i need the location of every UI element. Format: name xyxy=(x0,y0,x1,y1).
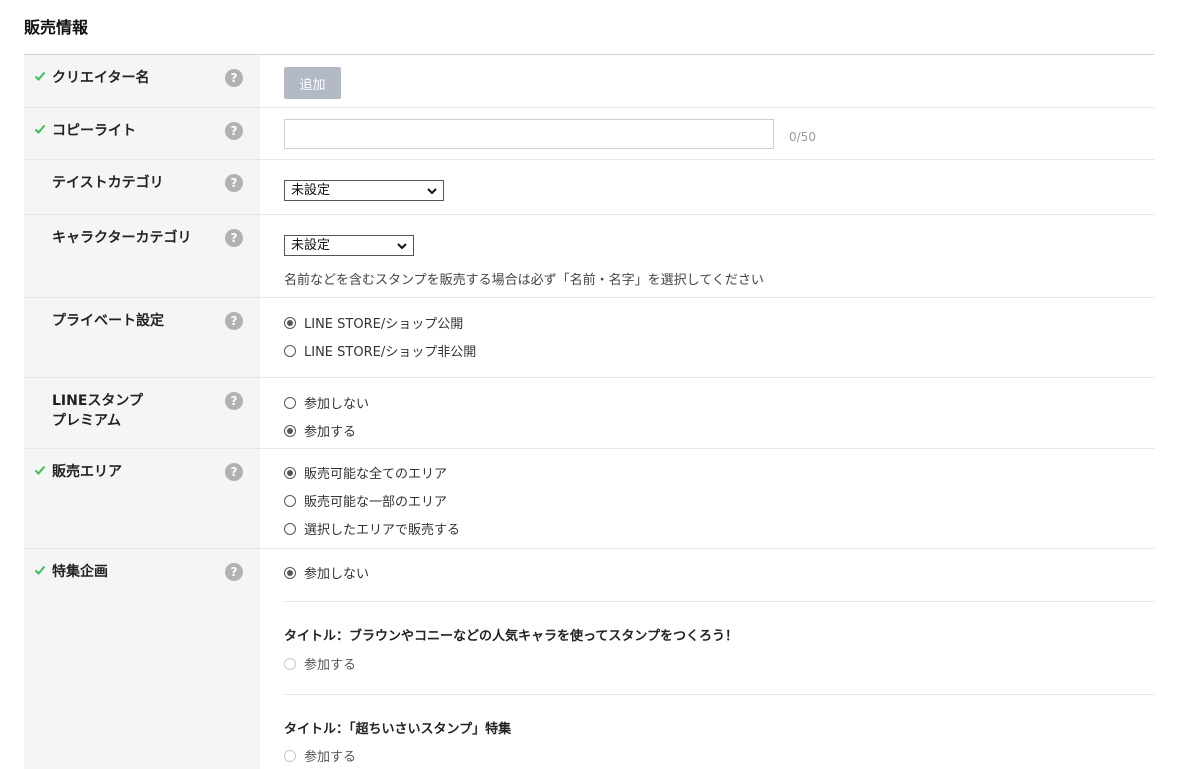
help-icon[interactable]: ? xyxy=(225,229,243,247)
check-icon xyxy=(34,565,46,575)
add-creator-button[interactable]: 追加 xyxy=(284,67,341,99)
radio-empty-icon xyxy=(284,749,296,762)
label-cell: クリエイター名 ? xyxy=(24,55,260,107)
sales-info-form: クリエイター名 ? 追加 コピーライト ? 0/50 テイストカテゴリ ? 未設… xyxy=(24,55,1154,769)
radio-empty-icon xyxy=(284,657,296,670)
row-taste-category: テイストカテゴリ ? 未設定 xyxy=(24,160,1154,215)
radio-selected-icon xyxy=(284,566,296,579)
taste-category-label: テイストカテゴリ xyxy=(52,175,164,191)
character-category-select[interactable]: 未設定 xyxy=(284,235,414,256)
campaign-divider xyxy=(284,694,1154,695)
radio-premium-yes[interactable]: 参加する xyxy=(284,421,356,440)
option-label: 販売可能な全てのエリア xyxy=(304,467,448,482)
radio-area-all[interactable]: 販売可能な全てのエリア xyxy=(284,463,447,482)
row-sales-area: 販売エリア ? 販売可能な全てのエリア 販売可能な一部のエリア 選択したエリアで… xyxy=(24,449,1154,549)
radio-empty-icon xyxy=(284,494,296,507)
content-cell: 参加しない タイトル：ブラウンやコニーなどの人気キャラを使ってスタンプをつくろう… xyxy=(260,549,1154,769)
radio-feature-none[interactable]: 参加しない xyxy=(284,563,369,582)
label-cell: 特集企画 ? xyxy=(24,549,260,769)
help-icon[interactable]: ? xyxy=(225,463,243,481)
option-label: 参加する xyxy=(304,658,357,673)
radio-empty-icon xyxy=(284,396,296,409)
content-cell: 未設定 名前などを含むスタンプを販売する場合は必ず「名前・名字」を選択してくださ… xyxy=(260,215,1154,297)
campaign-title: タイトル：ブラウンやコニーなどの人気キャラを使ってスタンプをつくろう！ xyxy=(284,629,738,644)
private-setting-label: プライベート設定 xyxy=(52,313,164,329)
option-label: 選択したエリアで販売する xyxy=(304,523,461,538)
row-line-stamp-premium: LINEスタンプ プレミアム ? 参加しない 参加する xyxy=(24,378,1154,449)
content-cell: 0/50 xyxy=(260,108,1154,159)
content-cell: LINE STORE/ショップ公開 LINE STORE/ショップ非公開 xyxy=(260,298,1154,377)
help-icon[interactable]: ? xyxy=(225,392,243,410)
label-cell: コピーライト ? xyxy=(24,108,260,159)
help-icon[interactable]: ? xyxy=(225,563,243,581)
label-cell: 販売エリア ? xyxy=(24,449,260,548)
row-private-setting: プライベート設定 ? LINE STORE/ショップ公開 LINE STORE/… xyxy=(24,298,1154,378)
radio-area-selected[interactable]: 選択したエリアで販売する xyxy=(284,519,460,538)
option-label: 参加する xyxy=(304,750,357,765)
content-cell: 追加 xyxy=(260,55,1154,107)
option-label: LINE STORE/ショップ公開 xyxy=(304,317,464,332)
check-icon xyxy=(34,71,46,81)
check-icon xyxy=(34,124,46,134)
feature-campaign-label: 特集企画 xyxy=(52,564,108,580)
help-icon[interactable]: ? xyxy=(225,122,243,140)
campaign-title: タイトル：「超ちいさいスタンプ」特集 xyxy=(284,722,512,737)
content-cell: 参加しない 参加する xyxy=(260,378,1154,448)
radio-selected-icon xyxy=(284,424,296,437)
content-cell: 未設定 xyxy=(260,160,1154,214)
label-cell: テイストカテゴリ ? xyxy=(24,160,260,214)
radio-empty-icon xyxy=(284,344,296,357)
radio-store-public[interactable]: LINE STORE/ショップ公開 xyxy=(284,313,463,332)
chevron-down-icon xyxy=(397,242,407,249)
radio-area-partial[interactable]: 販売可能な一部のエリア xyxy=(284,491,447,510)
radio-selected-icon xyxy=(284,466,296,479)
option-label: 参加しない xyxy=(304,567,370,582)
option-label: 参加する xyxy=(304,425,357,440)
check-icon xyxy=(34,465,46,475)
radio-selected-icon xyxy=(284,316,296,329)
help-icon[interactable]: ? xyxy=(225,174,243,192)
premium-label: LINEスタンプ プレミアム xyxy=(52,391,143,431)
creator-name-label: クリエイター名 xyxy=(52,70,150,86)
row-copyright: コピーライト ? 0/50 xyxy=(24,108,1154,160)
select-value: 未設定 xyxy=(291,183,331,198)
option-label: LINE STORE/ショップ非公開 xyxy=(304,345,477,360)
section-title: 販売情報 xyxy=(24,18,89,37)
option-label: 参加しない xyxy=(304,397,370,412)
char-counter: 0/50 xyxy=(789,130,816,144)
help-icon[interactable]: ? xyxy=(225,69,243,87)
premium-label-line2: プレミアム xyxy=(52,413,122,429)
chevron-down-icon xyxy=(427,187,437,194)
copyright-label: コピーライト xyxy=(52,123,136,139)
taste-category-select[interactable]: 未設定 xyxy=(284,180,444,201)
row-feature-campaign: 特集企画 ? 参加しない タイトル：ブラウンやコニーなどの人気キャラを使ってスタ… xyxy=(24,549,1154,769)
copyright-input[interactable] xyxy=(284,119,774,149)
select-value: 未設定 xyxy=(291,238,331,253)
help-icon[interactable]: ? xyxy=(225,312,243,330)
row-creator-name: クリエイター名 ? 追加 xyxy=(24,55,1154,108)
label-cell: キャラクターカテゴリ ? xyxy=(24,215,260,297)
radio-campaign-join[interactable]: 参加する xyxy=(284,746,356,765)
premium-label-line1: LINEスタンプ xyxy=(52,393,143,409)
row-character-category: キャラクターカテゴリ ? 未設定 名前などを含むスタンプを販売する場合は必ず「名… xyxy=(24,215,1154,298)
label-cell: プライベート設定 ? xyxy=(24,298,260,377)
character-category-note: 名前などを含むスタンプを販売する場合は必ず「名前・名字」を選択してください xyxy=(284,273,764,288)
content-cell: 販売可能な全てのエリア 販売可能な一部のエリア 選択したエリアで販売する xyxy=(260,449,1154,548)
option-label: 販売可能な一部のエリア xyxy=(304,495,448,510)
sales-area-label: 販売エリア xyxy=(52,464,122,480)
character-category-label: キャラクターカテゴリ xyxy=(52,230,192,246)
label-cell: LINEスタンプ プレミアム ? xyxy=(24,378,260,448)
campaign-divider xyxy=(284,601,1154,602)
radio-campaign-join[interactable]: 参加する xyxy=(284,654,356,673)
radio-premium-no[interactable]: 参加しない xyxy=(284,393,369,412)
radio-store-private[interactable]: LINE STORE/ショップ非公開 xyxy=(284,341,476,360)
radio-empty-icon xyxy=(284,522,296,535)
